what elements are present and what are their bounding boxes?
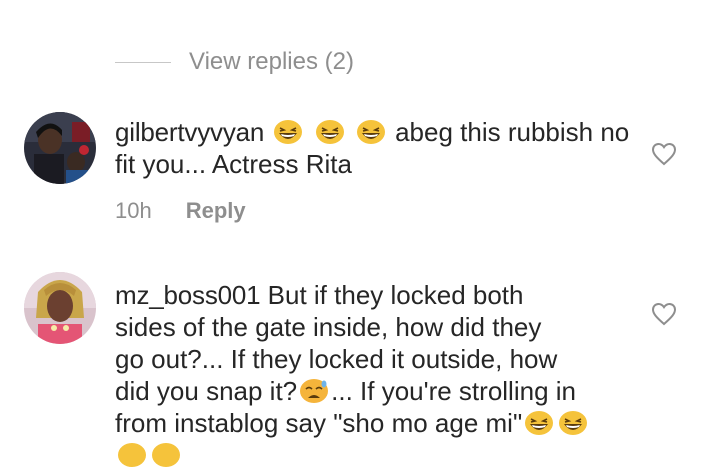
grinning-squinting-face-emoji [315,119,345,145]
grinning-squinting-face-emoji [524,410,554,436]
comment-line-1: mz_boss001 But if they locked both [115,279,635,311]
comment-line-4: did you snap it? ... If you're strolling … [115,375,635,407]
comment-username[interactable]: gilbertvyvyan [115,117,264,147]
comment-message-part: did you snap it? [115,376,298,406]
heart-outline-icon[interactable] [651,142,677,166]
comment-message-part: ... If you're strolling in [331,376,576,406]
comment-meta: 10h Reply [115,198,246,224]
grinning-squinting-face-emoji [151,442,181,468]
view-replies-button[interactable]: View replies (2) [115,46,354,78]
grinning-squinting-face-emoji [273,119,303,145]
previous-comment-meta [10,0,222,6]
grinning-squinting-face-emoji [558,410,588,436]
grinning-squinting-face-emoji [117,442,147,468]
comment-line-5: from instablog say "sho mo age mi" [115,407,635,439]
avatar[interactable] [24,272,96,344]
comment-message-part: But if they locked both [267,280,524,310]
view-replies-label[interactable]: View replies (2) [189,48,354,76]
heart-outline-icon[interactable] [651,302,677,326]
comment-line-6 [115,439,635,471]
reply-button[interactable]: Reply [186,198,246,224]
sweating-weary-face-emoji [299,378,329,404]
comment-text: mz_boss001 But if they locked both sides… [115,279,635,471]
comment-message-part: from instablog say "sho mo age mi" [115,408,523,438]
comment-line-2: sides of the gate inside, how did they [115,312,542,342]
view-replies-line [115,61,171,63]
avatar[interactable] [24,112,96,184]
comment-line-3: go out?... If they locked it outside, ho… [115,344,558,374]
comment-username[interactable]: mz_boss001 [115,280,261,310]
comment-text: gilbertvyvyan abeg this rubbish no fit y… [115,116,635,180]
comment-time: 10h [115,198,152,223]
grinning-squinting-face-emoji [356,119,386,145]
